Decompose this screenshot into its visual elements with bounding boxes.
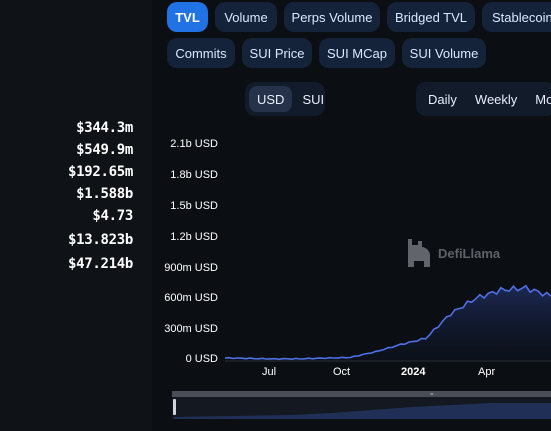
llama-logo-icon (408, 239, 430, 267)
stat-value: $344.3m (76, 120, 133, 136)
stat-value: $47.214b (67, 256, 133, 272)
tvl-area-fill (225, 285, 551, 360)
stat-value: $192.65m (67, 164, 133, 180)
stat-value: $4.73 (92, 208, 133, 224)
chart-main: TVL Volume Perps Volume Bridged TVL Stab… (152, 0, 551, 431)
tvl-area-chart (224, 284, 551, 362)
watermark-text: DefiLlama (438, 245, 501, 261)
stat-value: $1.588b (76, 186, 133, 202)
chart-range-slider[interactable]: = (172, 391, 551, 421)
defillama-watermark: DefiLlama (402, 237, 500, 269)
range-handle-left (173, 399, 176, 415)
stat-value: $13.823b (67, 232, 133, 248)
svg-text:=: = (430, 392, 434, 398)
stat-value: $549.9m (76, 142, 133, 158)
stats-panel: $344.3m $549.9m $192.65m $1.588b $4.73 $… (0, 0, 152, 431)
